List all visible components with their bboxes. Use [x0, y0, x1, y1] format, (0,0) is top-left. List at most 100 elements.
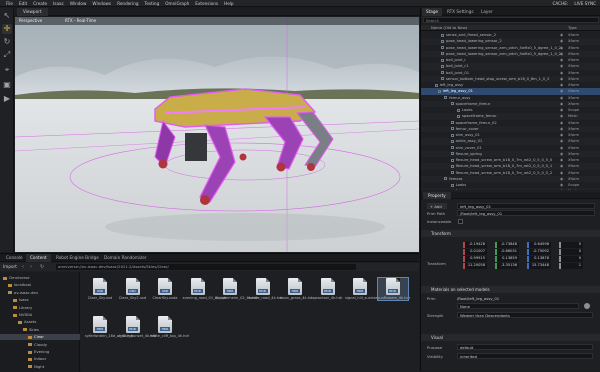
menu-help[interactable]: Help [224, 0, 234, 7]
matrix-cell[interactable]: 1 [559, 263, 583, 269]
visual-section-header[interactable]: Visual [421, 334, 600, 341]
file-item[interactable]: HDRwhite_cliff_top_4k.hdr [150, 316, 180, 338]
file-item[interactable]: USDClearSky.usda [150, 278, 180, 300]
menu-omnigraph[interactable]: OmniGraph [165, 0, 189, 7]
tab-robot-engine-bridge[interactable]: Robot Engine Bridge [52, 254, 103, 262]
matrix-cell[interactable]: -0.75092 [527, 249, 551, 255]
folder-item[interactable]: NVIDIA [0, 312, 80, 318]
path-input[interactable]: omniverse://ov-isaac-dev/Isaac/2021.2/As… [56, 264, 356, 270]
instanceable-checkbox[interactable] [458, 219, 463, 224]
matrix-cell[interactable]: 0 [559, 249, 583, 255]
file-item[interactable]: HDRqwantani_4k.hdr [313, 278, 343, 300]
menu-extensions[interactable]: Extensions [195, 0, 218, 7]
visibility-eye-icon[interactable]: ◉ [560, 188, 563, 190]
folder-item[interactable]: localhost [0, 282, 80, 288]
tab-viewport[interactable]: Viewport [17, 8, 48, 16]
file-item[interactable]: HDRsyferfontein_18d_cl_4k.hdr [85, 316, 115, 338]
folder-item[interactable]: Skies [0, 327, 80, 333]
add-button[interactable]: + Add [427, 203, 447, 209]
nav-forward-icon[interactable]: › [30, 264, 32, 270]
tab-layer[interactable]: Layer [477, 8, 497, 16]
matrix-cell[interactable]: -3.35136 [495, 263, 519, 269]
folder-item[interactable]: Night [0, 364, 80, 370]
scale-icon[interactable]: ⤢ [2, 50, 12, 60]
import-button[interactable]: Import [3, 264, 17, 270]
tab-stage[interactable]: Stage [422, 8, 442, 16]
matrix-cell[interactable]: 0.99915 [463, 256, 487, 262]
tab-content[interactable]: Content [26, 254, 51, 262]
file-item[interactable]: HDRmealie_road_4k.hdr [248, 278, 278, 300]
tab-property[interactable]: Property [423, 192, 451, 199]
matrix-cell[interactable]: 0.13859 [495, 256, 519, 262]
matrix-cell[interactable]: -0.19428 [463, 242, 487, 248]
tab-rtx-settings[interactable]: RTX Settings [443, 8, 478, 16]
folder-item[interactable]: Assets [0, 319, 80, 325]
menu-testing[interactable]: Testing [145, 0, 160, 7]
visibility-select[interactable]: inherited [457, 353, 593, 359]
nav-back-icon[interactable]: ‹ [22, 264, 24, 270]
tab-console[interactable]: Console [2, 254, 27, 262]
col-type[interactable]: Type [568, 25, 577, 31]
file-item[interactable]: HDRsignal_hill_sunrise_4k.hdr [345, 278, 375, 300]
file-item[interactable]: HDRevening_road_01_4k.hdr [183, 278, 213, 300]
file-item[interactable]: HDRkloppenheim_02_4k.hdr [215, 278, 245, 300]
folder-item[interactable]: Evening [0, 349, 80, 355]
folder-item[interactable]: Isaac [0, 297, 80, 303]
matrix-cell[interactable]: 0.01007 [463, 249, 487, 255]
prim-path-field[interactable]: /Root/left_leg_assy_01 [457, 210, 595, 216]
tab-domain-randomizer[interactable]: Domain Randomizer [100, 254, 151, 262]
matrix-cell[interactable]: 11.20058 [463, 263, 487, 269]
file-item[interactable]: USDClear_Sky2.usd [118, 278, 148, 300]
stage-row[interactable]: femora◉Mesh [421, 188, 600, 190]
menu-edit[interactable]: Edit [19, 0, 27, 7]
play-icon[interactable]: ▶ [2, 94, 12, 104]
viewport-tabbar: Viewport [15, 8, 419, 16]
render-mode[interactable]: RTX - Real-Time [65, 18, 96, 23]
stage-row-name: flexure_spring [456, 152, 482, 156]
menu-isaac[interactable]: Isaac [53, 0, 64, 7]
folder-item[interactable]: Omniverse [0, 275, 80, 281]
file-item[interactable]: HDRvenice_sunset_4k.hdr [118, 316, 148, 338]
material-select[interactable]: None [457, 303, 579, 309]
menu-rendering[interactable]: Rendering [117, 0, 138, 7]
matrix-cell[interactable]: 0.13878 [527, 256, 551, 262]
transform-section-header[interactable]: Transform [421, 230, 600, 237]
prim-name-field[interactable]: left_leg_assy_01 [457, 203, 595, 209]
matrix-cell[interactable]: 0.64598 [527, 242, 551, 248]
folder-item[interactable]: ov-isaac-dev [0, 290, 80, 296]
strength-select[interactable]: Weaker than Descendants [457, 312, 593, 318]
matrix-cell[interactable]: 0 [559, 256, 583, 262]
purpose-select[interactable]: default [457, 344, 593, 350]
matrix-cell[interactable]: -0.66031 [495, 249, 519, 255]
materials-section-header[interactable]: Materials on selected models [421, 286, 600, 293]
folder-item[interactable]: Indoor [0, 356, 80, 362]
rotate-icon[interactable]: ↻ [2, 37, 12, 47]
menu-create[interactable]: Create [33, 0, 47, 7]
viewport[interactable]: Perspective RTX - Real-Time [15, 17, 419, 252]
stage-search-input[interactable]: Search [423, 17, 599, 23]
matrix-cell[interactable]: 0 [559, 242, 583, 248]
move-icon[interactable]: ✛ [2, 24, 12, 34]
folder-item[interactable]: Cloudy [0, 342, 80, 348]
refresh-icon[interactable]: ↻ [40, 264, 44, 270]
select-icon[interactable]: ↖ [2, 11, 12, 21]
live-sync-label[interactable]: LIVE SYNC [574, 0, 596, 7]
file-item[interactable]: HDRnoon_grass_4k.hdr [280, 278, 310, 300]
material-picker-icon[interactable] [584, 303, 590, 309]
menu-windows[interactable]: Windows [92, 0, 111, 7]
folder-item[interactable]: Clear [0, 334, 80, 340]
menu-window[interactable]: Window [70, 0, 87, 7]
matrix-cell[interactable]: 15.73448 [527, 263, 551, 269]
folder-item[interactable]: Library [0, 305, 80, 311]
matrix-cell[interactable]: -0.73848 [495, 242, 519, 248]
file-item[interactable]: HDRsunflowers_4k.hdr [378, 278, 408, 300]
menu-file[interactable]: File [6, 0, 13, 7]
camera-icon[interactable]: ▣ [2, 80, 12, 90]
visual-section-label: Visual [431, 335, 443, 340]
stage-row-name-wrap: spaceframe_femur [421, 102, 490, 106]
snap-icon[interactable]: ⌖ [2, 65, 12, 75]
col-name[interactable]: Name (Old to New) [431, 25, 467, 31]
camera-mode[interactable]: Perspective [19, 18, 42, 23]
scene-render[interactable] [15, 17, 419, 252]
file-item[interactable]: USDClear_Sky.usd [85, 278, 115, 300]
